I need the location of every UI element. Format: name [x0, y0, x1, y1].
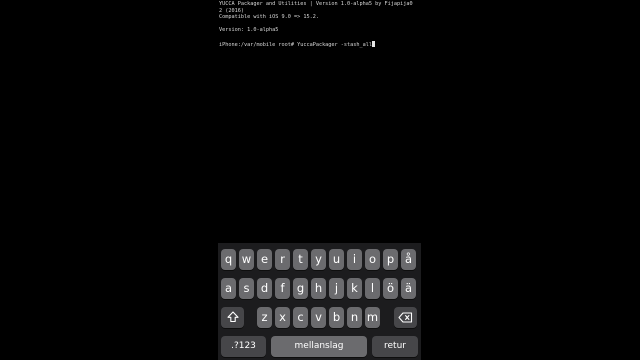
key-r[interactable]: r [275, 249, 290, 270]
key-q[interactable]: q [221, 249, 236, 270]
key-o-umlaut[interactable]: ö [383, 278, 398, 299]
key-a[interactable]: a [221, 278, 236, 299]
iphone-screen: YUCCA Packager and Utilities | Version 1… [218, 0, 421, 360]
key-y[interactable]: y [311, 249, 326, 270]
key-j[interactable]: j [329, 278, 344, 299]
key-a-umlaut[interactable]: ä [401, 278, 416, 299]
key-o[interactable]: o [365, 249, 380, 270]
key-t[interactable]: t [293, 249, 308, 270]
terminal-output[interactable]: YUCCA Packager and Utilities | Version 1… [219, 1, 419, 48]
key-c[interactable]: c [293, 307, 308, 328]
terminal-line: Version: 1.0-alpha5 [219, 27, 279, 34]
key-b[interactable]: b [329, 307, 344, 328]
key-w[interactable]: w [239, 249, 254, 270]
terminal-line: YUCCA Packager and Utilities | Version 1… [219, 1, 413, 7]
return-key[interactable]: retur [372, 336, 418, 357]
key-a-ring[interactable]: å [401, 249, 416, 270]
terminal-line: 2 (2016) [219, 7, 244, 14]
key-e[interactable]: e [257, 249, 272, 270]
terminal-prompt-line[interactable]: iPhone:/var/mobile root# YuccaPackager -… [219, 40, 419, 48]
space-key[interactable]: mellanslag [271, 336, 367, 357]
numbers-key[interactable]: .?123 [221, 336, 266, 357]
key-s[interactable]: s [239, 278, 254, 299]
shift-arrow-icon [221, 311, 244, 323]
key-v[interactable]: v [311, 307, 326, 328]
key-z[interactable]: z [257, 307, 272, 328]
key-f[interactable]: f [275, 278, 290, 299]
key-n[interactable]: n [347, 307, 362, 328]
shift-key[interactable] [221, 307, 244, 328]
key-h[interactable]: h [311, 278, 326, 299]
key-x[interactable]: x [275, 307, 290, 328]
backspace-key[interactable] [394, 307, 417, 328]
key-m[interactable]: m [365, 307, 380, 328]
terminal-prompt-text: iPhone:/var/mobile root# YuccaPackager -… [219, 41, 373, 48]
key-l[interactable]: l [365, 278, 380, 299]
terminal-line: Compatible with iOS 9.0 => 15.2. [219, 14, 319, 21]
key-d[interactable]: d [257, 278, 272, 299]
key-p[interactable]: p [383, 249, 398, 270]
text-cursor [372, 40, 376, 47]
on-screen-keyboard: q w e r t y u i o p å a s d f g h j k l … [218, 243, 421, 360]
backspace-icon [394, 312, 417, 323]
key-k[interactable]: k [347, 278, 362, 299]
key-g[interactable]: g [293, 278, 308, 299]
key-i[interactable]: i [347, 249, 362, 270]
key-u[interactable]: u [329, 249, 344, 270]
